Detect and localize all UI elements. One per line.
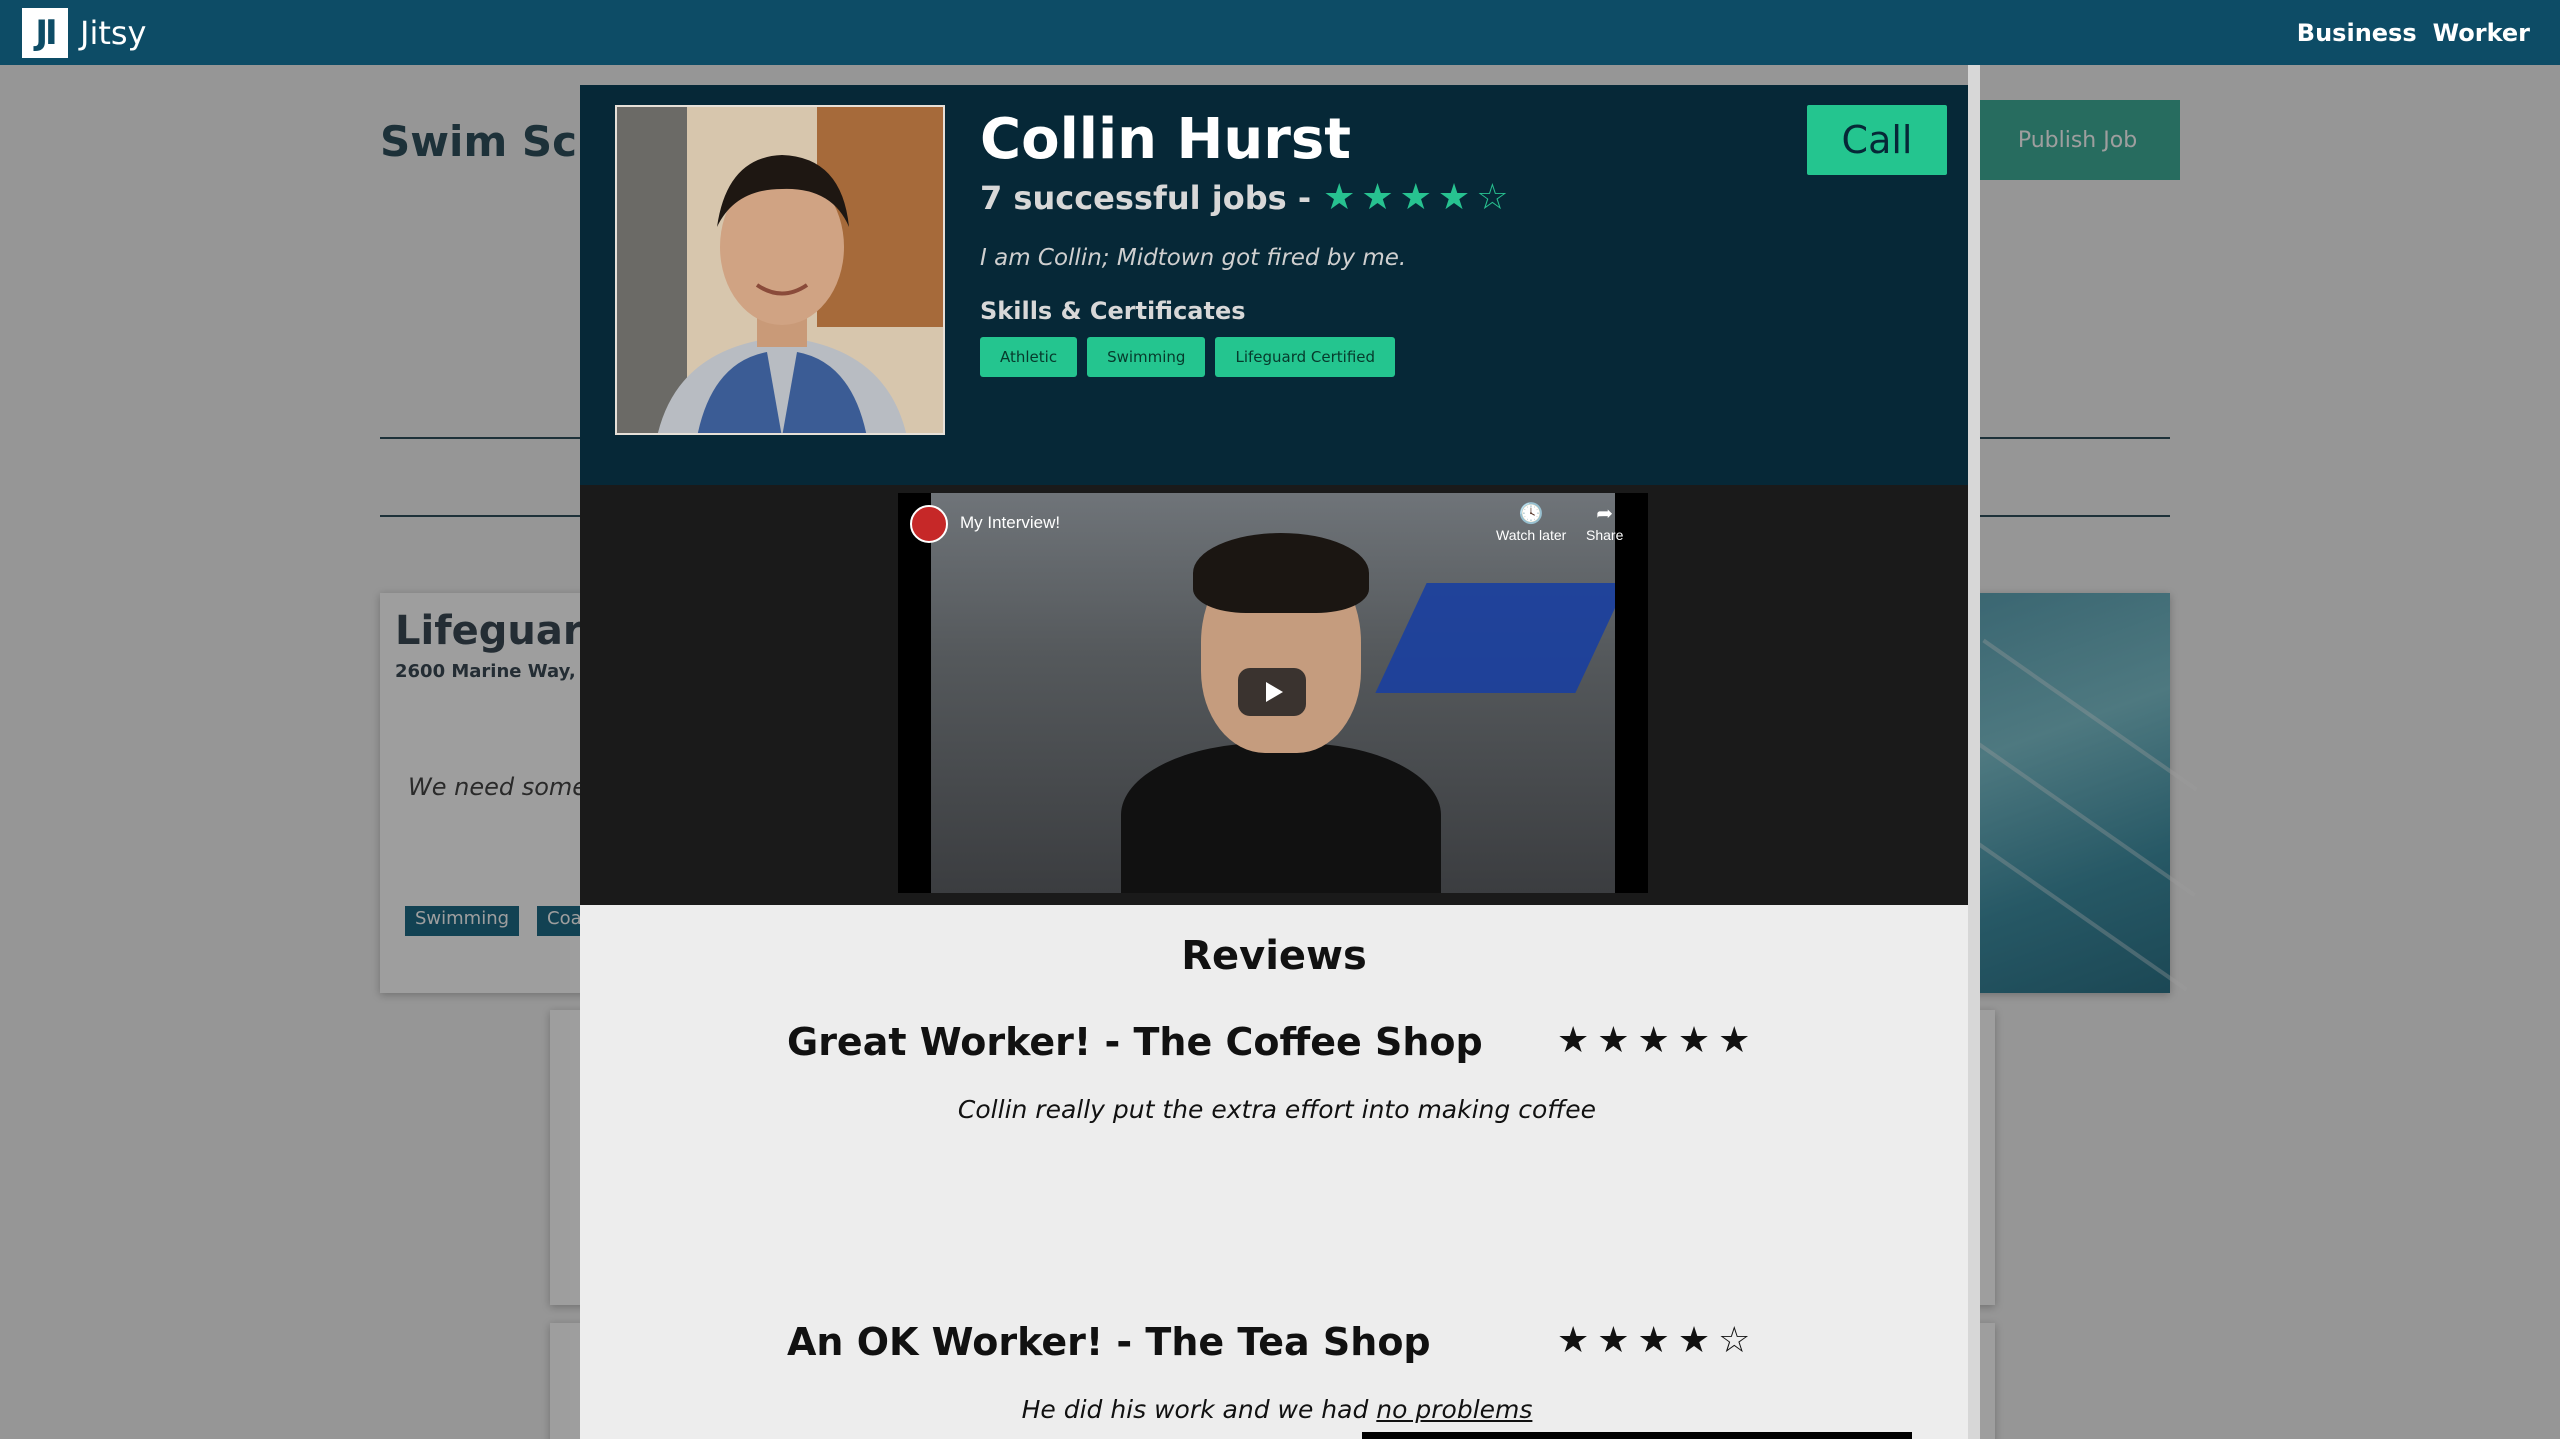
jobs-summary: 7 successful jobs - ★★★★☆ <box>980 177 1514 218</box>
watch-later-label: Watch later <box>1496 527 1567 543</box>
share-button[interactable]: ➦ Share <box>1586 503 1623 543</box>
worker-name: Collin Hurst <box>980 107 1351 172</box>
review-title: Great Worker! - The Coffee Shop <box>787 1020 1483 1064</box>
clock-icon: 🕓 <box>1518 503 1544 525</box>
video-section: My Interview! 🕓 Watch later ➦ Share <box>580 485 1968 905</box>
video-player[interactable]: My Interview! 🕓 Watch later ➦ Share <box>898 493 1648 893</box>
review-stars: ★★★★☆ <box>1557 1320 1759 1361</box>
video-title[interactable]: My Interview! <box>960 513 1060 533</box>
skill-chip: Lifeguard Certified <box>1215 337 1396 377</box>
nav-link-worker[interactable]: Worker <box>2433 19 2530 47</box>
nav-links: Business Worker <box>2297 19 2530 47</box>
skill-chip: Athletic <box>980 337 1078 377</box>
share-label: Share <box>1586 527 1624 543</box>
call-button[interactable]: Call <box>1807 105 1947 175</box>
bottom-bar <box>1362 1432 1912 1439</box>
watch-later-button[interactable]: 🕓 Watch later <box>1496 503 1566 543</box>
nav-link-business[interactable]: Business <box>2297 19 2417 47</box>
brand[interactable]: JI Jitsy <box>22 7 147 58</box>
profile-header: Collin Hurst 7 successful jobs - ★★★★☆ I… <box>580 85 1968 485</box>
logo-text: JI <box>35 12 57 53</box>
rating-stars: ★★★★☆ <box>1323 177 1515 218</box>
review-body: Collin really put the extra effort into … <box>957 1095 1597 1124</box>
review-stars: ★★★★★ <box>1557 1020 1759 1061</box>
skill-chip: Swimming <box>1087 337 1206 377</box>
successful-jobs-count: 7 successful jobs - <box>980 178 1312 217</box>
play-icon <box>1265 682 1283 702</box>
share-icon: ➦ <box>1596 503 1614 525</box>
channel-avatar[interactable] <box>910 505 948 543</box>
skills-list: Athletic Swimming Lifeguard Certified <box>980 337 1396 377</box>
brand-name: Jitsy <box>80 13 147 52</box>
scrollbar[interactable] <box>1968 65 1980 1439</box>
review-title: An OK Worker! - The Tea Shop <box>787 1320 1431 1364</box>
worker-profile-modal: Collin Hurst 7 successful jobs - ★★★★☆ I… <box>580 85 1968 1439</box>
reviews-heading: Reviews <box>1181 933 1367 979</box>
worker-bio: I am Collin; Midtown got fired by me. <box>980 245 1407 271</box>
review-body-text: He did his work and we had <box>1021 1395 1369 1424</box>
skills-heading: Skills & Certificates <box>980 297 1246 325</box>
top-nav: JI Jitsy Business Worker <box>0 0 2560 65</box>
play-button[interactable] <box>1238 668 1306 716</box>
profile-photo <box>615 105 945 435</box>
logo-icon: JI <box>22 7 68 58</box>
review-body-underlined: no problems <box>1376 1395 1533 1424</box>
review-body: He did his work and we had no problems <box>787 1395 1767 1424</box>
